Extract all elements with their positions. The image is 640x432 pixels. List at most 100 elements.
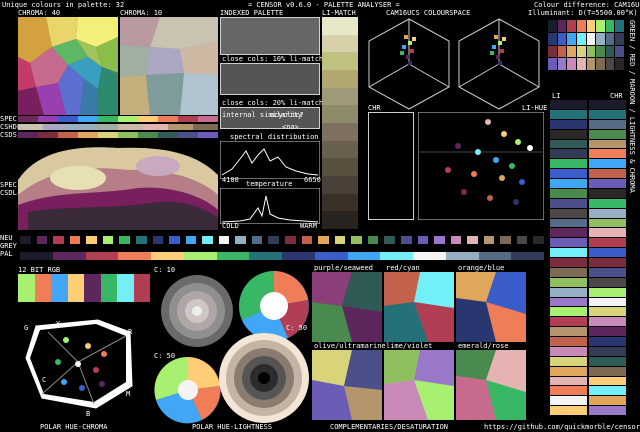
li-hue-label: LI-HUE <box>522 104 548 112</box>
neu-swatch <box>69 236 81 244</box>
palette-swatch <box>576 32 586 45</box>
palette-swatch <box>596 20 605 32</box>
neu-swatch <box>169 236 180 244</box>
disc-c50-bottom <box>154 356 221 424</box>
neu-swatch <box>185 236 197 244</box>
palette-swatch <box>576 45 586 58</box>
disc-lightness-large <box>219 333 309 423</box>
purple-seaweed-label: purple/seaweed <box>314 264 374 272</box>
palette-swatch <box>586 58 596 70</box>
li-chr-row <box>550 198 626 208</box>
palette-swatch <box>586 32 596 45</box>
palette-grid <box>548 20 624 70</box>
li-chr-row <box>550 366 626 376</box>
complementaries-label: COMPLEMENTARIES/DESATURATION <box>330 423 449 431</box>
li-match-label: LI-MATCH <box>322 9 356 17</box>
neu-swatch <box>384 236 395 244</box>
li-chr-row <box>550 248 626 257</box>
neu-swatch <box>86 236 97 244</box>
li-chr-row <box>550 208 626 218</box>
li-chr-row <box>550 119 626 129</box>
neu-swatch <box>318 236 329 244</box>
warm-label: WARM <box>300 222 317 230</box>
palette-swatch <box>557 20 567 32</box>
palette-swatch <box>548 58 557 70</box>
spectral-chart <box>220 141 320 179</box>
close-cols-10-grid <box>220 63 320 95</box>
neu-swatch <box>251 236 263 244</box>
grey-label: GREY <box>0 242 17 250</box>
hue-letter-b: B <box>86 410 91 418</box>
li-chr-row <box>550 267 626 277</box>
twelve-bit-label: 12 BIT RGB <box>18 266 61 274</box>
cam-points-b <box>490 35 506 65</box>
palette-swatch <box>576 58 586 70</box>
spec-min-label: 4100 <box>222 176 239 184</box>
li-chr-row <box>550 218 626 228</box>
app-title: = CENSOR v0.6.0 - PALETTE ANALYSER = <box>248 1 400 9</box>
pal-strip <box>20 252 544 260</box>
neu-swatch <box>36 236 48 244</box>
orange-blue-label: orange/blue <box>458 264 505 272</box>
palette-swatch <box>557 58 567 70</box>
li-chr-row <box>550 129 626 139</box>
palette-swatch <box>605 45 615 58</box>
chroma-40-label: CHROMA: 40 <box>18 9 61 17</box>
neu-swatch <box>533 236 544 244</box>
palette-swatch <box>586 45 596 58</box>
spec-strip-1 <box>18 116 218 122</box>
na-label: <na> <box>282 123 299 131</box>
colour-difference-label: Colour difference: CAM16UCS <box>534 1 640 9</box>
palette-swatch <box>557 45 567 58</box>
li-chr-row <box>550 376 626 386</box>
twelve-bit-strip <box>18 274 150 302</box>
hue-letter-y: Y <box>56 320 61 328</box>
polar-hue-chroma-wheel <box>25 319 133 409</box>
spectral-distribution-label: spectral distribution <box>230 133 319 141</box>
indexed-palette-grid <box>220 17 320 55</box>
cold-label: COLD <box>222 222 239 230</box>
neu-swatch <box>367 236 379 244</box>
palette-swatch <box>567 58 576 70</box>
palette-swatch <box>615 45 624 58</box>
chr-column-label: CHR <box>610 92 623 100</box>
close-cols-10-label: close cols: 10% li-match <box>222 55 324 63</box>
li-chr-row <box>550 406 626 415</box>
li-chr-bars <box>550 100 626 416</box>
github-link[interactable]: https://github.com/quickmorble/censor <box>484 423 640 431</box>
palette-swatch <box>605 20 615 32</box>
palette-swatch <box>596 58 605 70</box>
neu-swatch <box>483 236 495 244</box>
hue-letter-c: C <box>42 376 47 384</box>
palette-swatch <box>548 20 557 32</box>
li-match-strip <box>322 17 358 230</box>
neu-label: NEU <box>0 234 13 242</box>
neu-swatch <box>152 236 164 244</box>
palette-swatch <box>586 20 596 32</box>
neu-swatch <box>450 236 462 244</box>
li-chr-row <box>550 337 626 346</box>
spec-label-1: SPEC <box>0 115 17 123</box>
neu-swatch <box>268 236 279 244</box>
neu-swatch <box>400 236 412 244</box>
illuminant-label: Illuminant: D(T=5500.00°K) <box>528 9 638 17</box>
acyclic-label: acyclic? <box>270 111 304 119</box>
palette-swatch <box>615 58 624 70</box>
li-chr-row <box>550 356 626 366</box>
li-chr-row <box>550 149 626 159</box>
neu-swatch <box>285 236 296 244</box>
comp-lime-violet <box>384 350 454 420</box>
comp-red-cyan <box>384 272 454 342</box>
li-chr-row <box>550 307 626 317</box>
li-chr-row <box>550 327 626 336</box>
red-cyan-label: red/cyan <box>386 264 420 272</box>
palette-swatch <box>605 58 615 70</box>
cam-points-a <box>400 35 416 65</box>
hue-letter-r: R <box>128 328 133 336</box>
cam16ucs-label: CAM16UCS COLOURSPACE <box>386 9 471 17</box>
comp-purple-seaweed <box>312 272 382 342</box>
spec-strip-3 <box>18 132 218 138</box>
neu-swatch <box>202 236 213 244</box>
li-chr-row <box>550 258 626 267</box>
palette-swatch <box>567 20 576 32</box>
